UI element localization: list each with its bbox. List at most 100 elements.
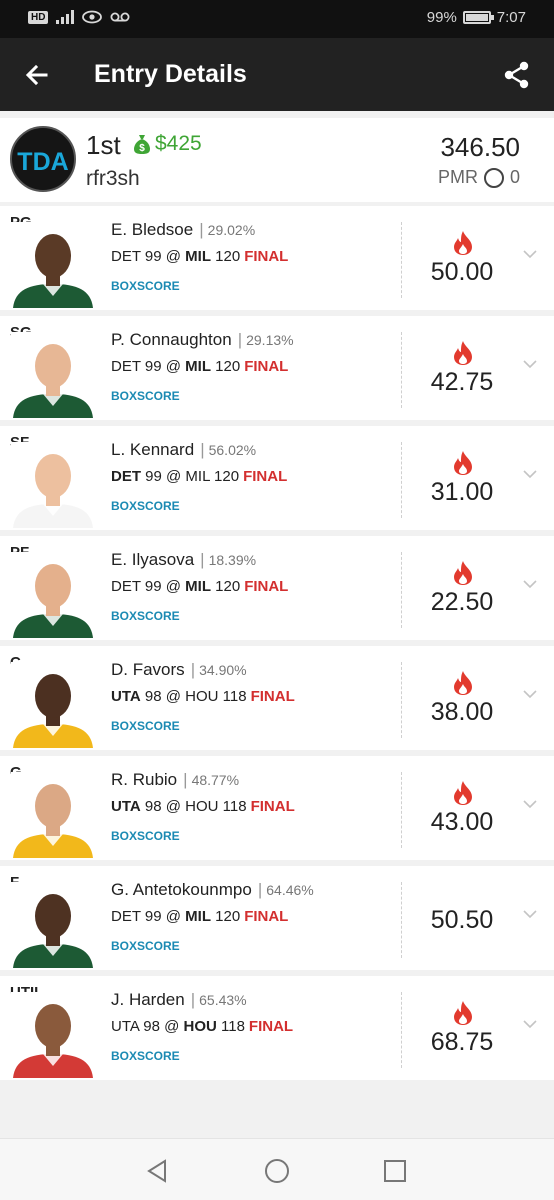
player-name: G. Antetokounmpo: [111, 880, 252, 899]
divider: [401, 552, 402, 628]
player-row[interactable]: GR. Rubio|48.77%UTA 98 @ HOU 118FINALBOX…: [0, 756, 554, 860]
at-symbol: @: [161, 248, 186, 265]
away-score: 99: [145, 468, 162, 485]
player-name: L. Kennard: [111, 440, 195, 459]
chevron-down-icon[interactable]: [522, 576, 538, 592]
back-button[interactable]: [18, 56, 56, 94]
fantasy-points: 31.00: [430, 478, 494, 506]
home-team: MIL: [185, 358, 211, 375]
home-score: 118: [221, 1018, 245, 1035]
player-name: R. Rubio: [111, 770, 178, 789]
player-row[interactable]: FG. Antetokounmpo|64.46%DET 99 @ MIL 120…: [0, 866, 554, 970]
at-symbol: @: [161, 358, 186, 375]
nav-back-button[interactable]: [145, 1158, 171, 1184]
divider: [401, 882, 402, 958]
money-bag-icon: $: [134, 135, 150, 154]
avatar[interactable]: TDA: [10, 126, 76, 192]
player-name: E. Ilyasova: [111, 550, 195, 569]
ownership-percent: 34.90%: [199, 662, 247, 678]
boxscore-link[interactable]: BOXSCORE: [111, 829, 180, 843]
game-score-line: DET 99 @ MIL 120 FINAL: [111, 578, 288, 595]
away-score: 98: [143, 1018, 160, 1035]
player-row[interactable]: PFE. Ilyasova|18.39%DET 99 @ MIL 120FINA…: [0, 536, 554, 640]
fire-icon: [454, 231, 472, 255]
game-score-line: DET 99 @ MIL 120 FINAL: [111, 248, 288, 265]
player-row[interactable]: CD. Favors|34.90%UTA 98 @ HOU 118FINALBO…: [0, 646, 554, 750]
at-symbol: @: [161, 578, 186, 595]
home-team: MIL: [185, 248, 211, 265]
game-status: FINAL: [243, 468, 288, 485]
player-name-line: E. Ilyasova | 18.39%: [111, 550, 256, 570]
entry-rank: 1st: [86, 130, 121, 160]
game-status: FINAL: [244, 578, 289, 595]
game-score-line: DET 99 @ MIL 120 FINAL: [111, 468, 287, 485]
chevron-down-icon[interactable]: [522, 906, 538, 922]
ownership-percent: 18.39%: [208, 552, 257, 568]
player-name-line: R. Rubio | 48.77%: [111, 770, 239, 790]
pmr-label: PMR: [437, 167, 478, 187]
boxscore-link[interactable]: BOXSCORE: [111, 279, 180, 293]
battery-fill: [465, 14, 488, 21]
fantasy-points: 50.50: [430, 906, 494, 934]
status-left: HD: [28, 10, 130, 24]
nav-recents-button[interactable]: [382, 1158, 408, 1184]
chevron-down-icon[interactable]: [522, 466, 538, 482]
player-name-line: L. Kennard | 56.02%: [111, 440, 256, 460]
away-score: 99: [144, 908, 162, 925]
status-right: 99% 7:07: [427, 9, 526, 26]
player-name-line: G. Antetokounmpo | 64.46%: [111, 880, 314, 900]
home-team: MIL: [185, 908, 211, 925]
home-score: 120: [215, 908, 241, 925]
home-score: 118: [222, 688, 247, 705]
player-headshot: [11, 332, 95, 418]
fire-icon: [454, 561, 472, 585]
player-headshot: [11, 552, 95, 638]
home-score: 120: [214, 468, 240, 485]
triangle-back-icon: [147, 1159, 166, 1183]
separator: |: [257, 880, 263, 899]
player-row[interactable]: UTILJ. Harden|65.43%UTA 98 @ HOU 118FINA…: [0, 976, 554, 1080]
player-row[interactable]: SFL. Kennard|56.02%DET 99 @ MIL 120FINAL…: [0, 426, 554, 530]
player-name-line: J. Harden | 65.43%: [111, 990, 247, 1010]
player-row[interactable]: SGP. Connaughton|29.13%DET 99 @ MIL 120F…: [0, 316, 554, 420]
chevron-down-icon[interactable]: [522, 1016, 538, 1032]
nav-home-button[interactable]: [264, 1158, 290, 1184]
chevron-down-icon[interactable]: [522, 356, 538, 372]
at-symbol: @: [159, 1018, 184, 1035]
away-team: DET: [111, 578, 141, 595]
boxscore-link[interactable]: BOXSCORE: [111, 1049, 180, 1063]
chevron-down-icon[interactable]: [522, 796, 538, 812]
player-name-line: D. Favors | 34.90%: [111, 660, 247, 680]
divider: [401, 662, 402, 738]
separator: |: [199, 220, 204, 239]
chevron-down-icon[interactable]: [522, 246, 538, 262]
share-button[interactable]: [498, 56, 536, 94]
divider: [401, 772, 402, 848]
player-row[interactable]: PGE. Bledsoe|29.02%DET 99 @ MIL 120FINAL…: [0, 206, 554, 310]
player-headshot: [11, 772, 95, 858]
separator: |: [190, 660, 196, 679]
game-status: FINAL: [248, 1018, 294, 1035]
boxscore-link[interactable]: BOXSCORE: [111, 499, 180, 513]
clock-time: 7:07: [496, 9, 526, 26]
boxscore-link[interactable]: BOXSCORE: [111, 389, 180, 403]
boxscore-link[interactable]: BOXSCORE: [111, 939, 180, 953]
chevron-down-icon[interactable]: [522, 686, 538, 702]
player-name-line: P. Connaughton | 29.13%: [111, 330, 294, 350]
away-team: DET: [111, 248, 141, 265]
fire-icon: [454, 781, 472, 805]
svg-text:$: $: [139, 143, 145, 154]
player-headshot-icon: [11, 552, 95, 638]
game-score-line: UTA 98 @ HOU 118 FINAL: [111, 1018, 293, 1035]
page-title: Entry Details: [94, 60, 247, 88]
separator: |: [190, 990, 196, 1009]
boxscore-link[interactable]: BOXSCORE: [111, 609, 180, 623]
ownership-percent: 56.02%: [208, 442, 257, 458]
at-symbol: @: [161, 908, 186, 925]
home-team: HOU: [185, 798, 219, 815]
divider: [401, 992, 402, 1068]
at-symbol: @: [161, 688, 186, 705]
away-score: 99: [144, 578, 162, 595]
game-score-line: DET 99 @ MIL 120 FINAL: [111, 358, 288, 375]
boxscore-link[interactable]: BOXSCORE: [111, 719, 180, 733]
